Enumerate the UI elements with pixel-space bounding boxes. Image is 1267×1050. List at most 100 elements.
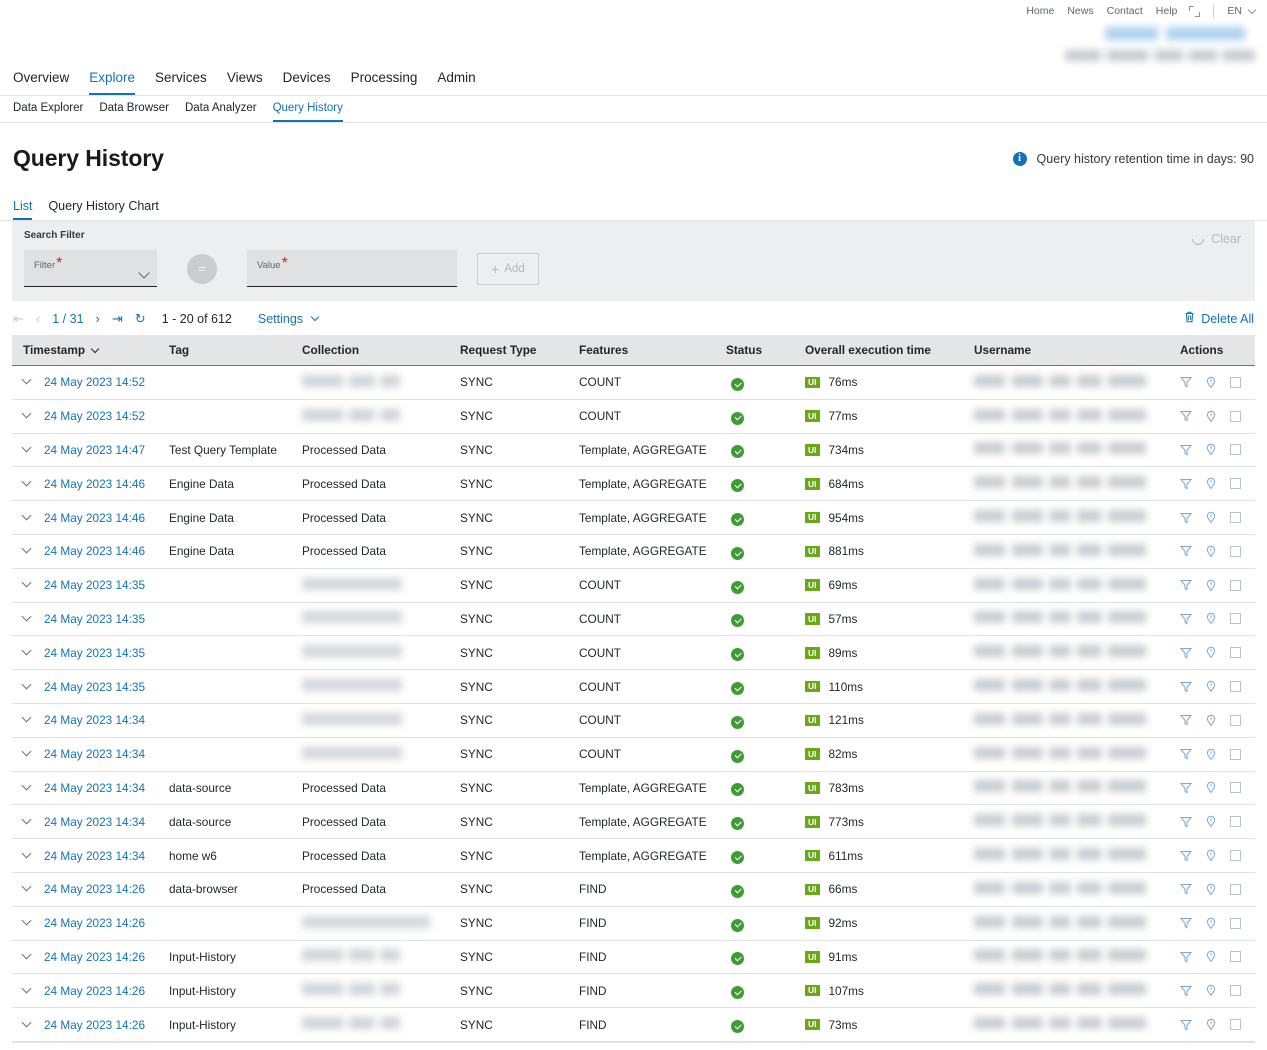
subnav-item-data-browser[interactable]: Data Browser: [99, 102, 169, 122]
table-row[interactable]: 24 May 2023 14:46Engine DataProcessed Da…: [12, 467, 1255, 501]
timestamp-link[interactable]: 24 May 2023 14:34: [44, 849, 145, 863]
pagination-first-button[interactable]: ⇤: [13, 312, 24, 325]
info-pin-icon[interactable]: [1205, 984, 1217, 997]
select-checkbox[interactable]: [1230, 884, 1241, 895]
select-checkbox[interactable]: [1230, 512, 1241, 523]
select-checkbox[interactable]: [1230, 647, 1241, 658]
row-expand-icon[interactable]: [22, 848, 32, 858]
filter-icon[interactable]: [1180, 951, 1192, 963]
table-row[interactable]: 24 May 2023 14:34data-sourceProcessed Da…: [12, 805, 1255, 839]
table-row[interactable]: 24 May 2023 14:52SYNCCOUNTUI77ms: [12, 399, 1255, 433]
table-row[interactable]: 24 May 2023 14:47Test Query TemplateProc…: [12, 433, 1255, 467]
info-pin-icon[interactable]: [1205, 849, 1217, 862]
table-row[interactable]: 24 May 2023 14:34SYNCCOUNTUI82ms: [12, 737, 1255, 771]
filter-icon[interactable]: [1180, 985, 1192, 997]
value-input[interactable]: Value*: [247, 250, 457, 287]
column-header-actions[interactable]: Actions: [1174, 335, 1255, 366]
row-expand-icon[interactable]: [22, 949, 32, 959]
timestamp-link[interactable]: 24 May 2023 14:35: [44, 646, 145, 660]
select-checkbox[interactable]: [1230, 377, 1241, 388]
row-expand-icon[interactable]: [22, 1017, 32, 1027]
filter-icon[interactable]: [1180, 545, 1192, 557]
column-header-username[interactable]: Username: [968, 335, 1174, 366]
subnav-item-data-analyzer[interactable]: Data Analyzer: [185, 102, 257, 122]
select-checkbox[interactable]: [1230, 546, 1241, 557]
clear-filter-button[interactable]: Clear: [1192, 232, 1241, 246]
select-checkbox[interactable]: [1230, 985, 1241, 996]
filter-icon[interactable]: [1180, 883, 1192, 895]
language-selector[interactable]: EN: [1227, 5, 1255, 17]
timestamp-link[interactable]: 24 May 2023 14:35: [44, 680, 145, 694]
filter-icon[interactable]: [1180, 748, 1192, 760]
info-pin-icon[interactable]: [1205, 545, 1217, 558]
table-row[interactable]: 24 May 2023 14:35SYNCCOUNTUI89ms: [12, 636, 1255, 670]
filter-icon[interactable]: [1180, 782, 1192, 794]
info-pin-icon[interactable]: [1205, 680, 1217, 693]
filter-icon[interactable]: [1180, 478, 1192, 490]
row-expand-icon[interactable]: [22, 443, 32, 453]
nav-item-devices[interactable]: Devices: [283, 70, 331, 95]
timestamp-link[interactable]: 24 May 2023 14:35: [44, 612, 145, 626]
filter-icon[interactable]: [1180, 579, 1192, 591]
table-row[interactable]: 24 May 2023 14:26Input-HistorySYNCFINDUI…: [12, 940, 1255, 974]
filter-icon[interactable]: [1180, 512, 1192, 524]
settings-dropdown[interactable]: Settings: [258, 312, 318, 326]
table-row[interactable]: 24 May 2023 14:26SYNCFINDUI92ms: [12, 906, 1255, 940]
select-checkbox[interactable]: [1230, 749, 1241, 760]
filter-select[interactable]: Filter*: [24, 250, 157, 287]
info-pin-icon[interactable]: [1205, 748, 1217, 761]
timestamp-link[interactable]: 24 May 2023 14:26: [44, 1018, 145, 1032]
info-pin-icon[interactable]: [1205, 410, 1217, 423]
column-header-timestamp[interactable]: Timestamp: [12, 335, 163, 366]
table-row[interactable]: 24 May 2023 14:26data-browserProcessed D…: [12, 872, 1255, 906]
info-pin-icon[interactable]: [1205, 781, 1217, 794]
select-checkbox[interactable]: [1230, 444, 1241, 455]
filter-icon[interactable]: [1180, 647, 1192, 659]
row-expand-icon[interactable]: [22, 375, 32, 385]
info-pin-icon[interactable]: [1205, 714, 1217, 727]
info-pin-icon[interactable]: [1205, 376, 1217, 389]
timestamp-link[interactable]: 24 May 2023 14:52: [44, 409, 145, 423]
row-expand-icon[interactable]: [22, 747, 32, 757]
select-checkbox[interactable]: [1230, 918, 1241, 929]
tab-query-history-chart[interactable]: Query History Chart: [48, 199, 158, 220]
nav-item-admin[interactable]: Admin: [437, 70, 475, 95]
row-expand-icon[interactable]: [22, 679, 32, 689]
select-checkbox[interactable]: [1230, 613, 1241, 624]
row-expand-icon[interactable]: [22, 983, 32, 993]
nav-item-overview[interactable]: Overview: [13, 70, 69, 95]
timestamp-link[interactable]: 24 May 2023 14:26: [44, 984, 145, 998]
row-expand-icon[interactable]: [22, 544, 32, 554]
info-pin-icon[interactable]: [1205, 815, 1217, 828]
expand-icon[interactable]: [1189, 6, 1200, 17]
select-checkbox[interactable]: [1230, 478, 1241, 489]
select-checkbox[interactable]: [1230, 411, 1241, 422]
timestamp-link[interactable]: 24 May 2023 14:46: [44, 477, 145, 491]
filter-icon[interactable]: [1180, 376, 1192, 388]
row-expand-icon[interactable]: [22, 814, 32, 824]
row-expand-icon[interactable]: [22, 916, 32, 926]
table-row[interactable]: 24 May 2023 14:26Input-HistorySYNCFINDUI…: [12, 974, 1255, 1008]
info-pin-icon[interactable]: [1205, 883, 1217, 896]
table-row[interactable]: 24 May 2023 14:26Input-HistorySYNCFINDUI…: [12, 1008, 1255, 1042]
row-expand-icon[interactable]: [22, 882, 32, 892]
info-pin-icon[interactable]: [1205, 646, 1217, 659]
info-pin-icon[interactable]: [1205, 579, 1217, 592]
filter-icon[interactable]: [1180, 613, 1192, 625]
column-header-collection[interactable]: Collection: [296, 335, 454, 366]
table-row[interactable]: 24 May 2023 14:34data-sourceProcessed Da…: [12, 771, 1255, 805]
utility-link-news[interactable]: News: [1067, 5, 1093, 17]
row-expand-icon[interactable]: [22, 409, 32, 419]
timestamp-link[interactable]: 24 May 2023 14:34: [44, 815, 145, 829]
add-filter-button[interactable]: + Add: [477, 253, 539, 285]
nav-item-services[interactable]: Services: [155, 70, 207, 95]
utility-link-contact[interactable]: Contact: [1107, 5, 1143, 17]
row-expand-icon[interactable]: [22, 476, 32, 486]
nav-item-explore[interactable]: Explore: [89, 70, 135, 95]
select-checkbox[interactable]: [1230, 951, 1241, 962]
filter-icon[interactable]: [1180, 917, 1192, 929]
filter-icon[interactable]: [1180, 850, 1192, 862]
select-checkbox[interactable]: [1230, 816, 1241, 827]
subnav-item-query-history[interactable]: Query History: [273, 102, 343, 122]
table-row[interactable]: 24 May 2023 14:35SYNCCOUNTUI57ms: [12, 602, 1255, 636]
